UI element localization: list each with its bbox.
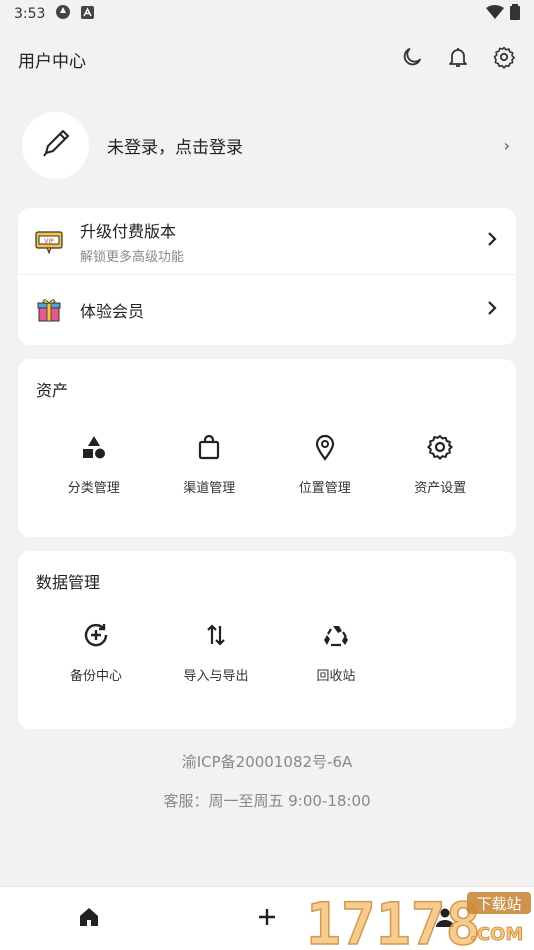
upgrade-paid-row[interactable]: VIP 升级付费版本 解锁更多高级功能: [18, 208, 516, 274]
avatar[interactable]: [22, 111, 89, 179]
channel-management-button[interactable]: 渠道管理: [152, 433, 268, 496]
gear-icon[interactable]: [492, 45, 516, 73]
import-export-icon: [202, 621, 230, 653]
recycle-bin-label: 回收站: [316, 669, 356, 684]
chevron-right-icon: ›: [503, 135, 510, 155]
shapes-icon: [80, 433, 108, 465]
category-management-button[interactable]: 分类管理: [36, 433, 152, 496]
login-label: 未登录，点击登录: [107, 137, 243, 158]
page-title: 用户中心: [18, 51, 86, 72]
backup-center-label: 备份中心: [69, 669, 122, 684]
chevron-right-icon: [486, 231, 498, 252]
asset-settings-button[interactable]: 资产设置: [383, 433, 499, 496]
svg-text:下载站: 下载站: [476, 895, 521, 913]
asset-settings-label: 资产设置: [414, 481, 467, 496]
svg-text:VIP: VIP: [44, 238, 54, 245]
location-pin-icon: [311, 433, 339, 465]
nav-add[interactable]: [237, 897, 297, 941]
assets-title: 资产: [36, 381, 69, 400]
backup-center-button[interactable]: 备份中心: [36, 621, 156, 684]
assets-card: 资产 分类管理 渠道管理 位置管理 资产设置: [18, 359, 516, 537]
site-watermark: 17178 下载站 .COM: [304, 886, 534, 950]
gift-box-icon: [34, 295, 64, 325]
import-export-button[interactable]: 导入与导出: [156, 621, 276, 684]
pencil-icon: [38, 125, 74, 165]
trial-member-row[interactable]: 体验会员: [18, 275, 516, 345]
status-bar: 3:53: [0, 0, 534, 28]
notification-a-icon: [81, 5, 95, 23]
login-row[interactable]: 未登录，点击登录 ›: [0, 90, 534, 200]
icp-text: 渝ICP备20001082号-6A: [181, 753, 353, 771]
recycle-bin-button[interactable]: 回收站: [276, 621, 396, 684]
status-time: 3:53: [14, 6, 46, 22]
vip-ticket-icon: VIP: [34, 226, 64, 256]
upgrade-card: VIP 升级付费版本 解锁更多高级功能 体验会员: [18, 208, 516, 345]
trial-member-title: 体验会员: [80, 302, 145, 321]
gear-icon: [426, 433, 454, 465]
data-management-title: 数据管理: [36, 573, 101, 592]
footer: 渝ICP备20001082号-6A 客服：周一至周五 9:00-18:00: [0, 751, 534, 811]
upgrade-subtitle: 解锁更多高级功能: [80, 249, 185, 265]
moon-icon[interactable]: [400, 45, 424, 73]
location-management-button[interactable]: 位置管理: [267, 433, 383, 496]
bell-icon[interactable]: [446, 45, 470, 73]
chevron-right-icon: [486, 300, 498, 321]
aperture-icon: [55, 4, 71, 24]
nav-home[interactable]: [59, 897, 119, 941]
data-management-card: 数据管理 备份中心 导入与导出 回收站: [18, 551, 516, 729]
app-header: 用户中心: [0, 28, 534, 90]
svg-text:.COM: .COM: [470, 924, 523, 945]
service-hours-text: 客服：周一至周五 9:00-18:00: [163, 792, 371, 810]
backup-icon: [82, 621, 110, 653]
shopping-bag-icon: [195, 433, 223, 465]
watermark-logo-icon: 17178 下载站 .COM: [305, 889, 531, 950]
home-icon: [78, 906, 100, 932]
wifi-icon: [486, 5, 504, 23]
import-export-label: 导入与导出: [183, 669, 249, 684]
battery-icon: [510, 4, 520, 24]
channel-management-label: 渠道管理: [183, 481, 236, 496]
svg-text:17178: 17178: [306, 890, 481, 950]
category-management-label: 分类管理: [67, 481, 120, 496]
upgrade-title: 升级付费版本: [80, 221, 177, 241]
location-management-label: 位置管理: [298, 481, 351, 496]
plus-icon: [256, 906, 278, 932]
recycle-icon: [322, 621, 350, 653]
